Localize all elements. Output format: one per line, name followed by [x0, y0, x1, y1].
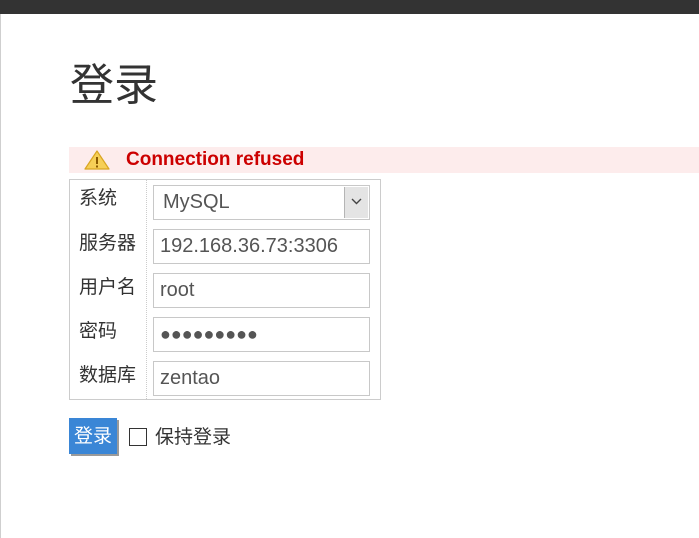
error-message: Connection refused: [126, 149, 305, 170]
remember-checkbox[interactable]: [129, 428, 147, 446]
database-input[interactable]: zentao: [153, 361, 370, 396]
column-divider: [146, 180, 147, 399]
system-select-value: MySQL: [163, 191, 230, 213]
left-border: [0, 14, 1, 538]
username-label: 用户名: [79, 276, 137, 298]
password-input[interactable]: ●●●●●●●●●: [153, 317, 370, 352]
login-form: 系统 MySQL 服务器 192.168.36.73:3306 用户名 root…: [69, 179, 381, 400]
server-label: 服务器: [79, 232, 137, 254]
dropdown-arrow[interactable]: [344, 187, 368, 218]
chevron-down-icon: [351, 198, 362, 205]
top-bar: [0, 0, 699, 14]
system-label: 系统: [79, 187, 118, 209]
error-banner: Connection refused: [69, 147, 699, 173]
warning-icon: [84, 150, 110, 170]
username-input[interactable]: root: [153, 273, 370, 308]
server-input[interactable]: 192.168.36.73:3306: [153, 229, 370, 264]
login-button[interactable]: 登录: [69, 418, 117, 454]
page-title: 登录: [70, 60, 158, 111]
system-select[interactable]: MySQL: [153, 185, 370, 220]
database-label: 数据库: [79, 364, 137, 386]
password-label: 密码: [79, 320, 118, 342]
remember-label[interactable]: 保持登录: [155, 425, 231, 449]
